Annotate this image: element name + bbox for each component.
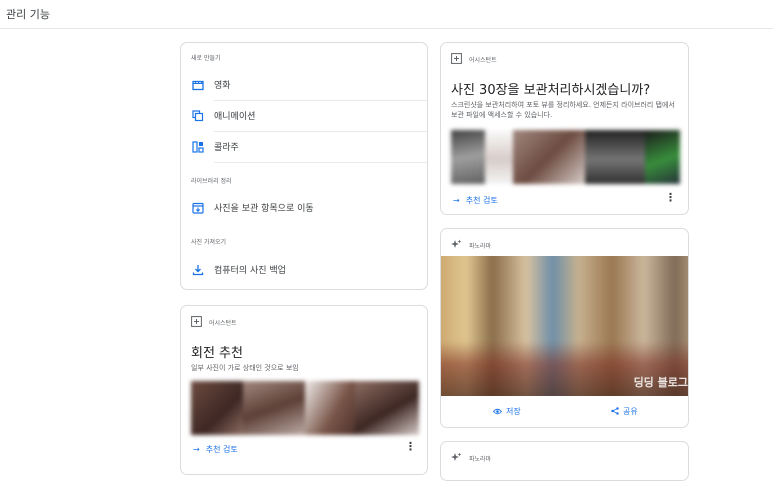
save-button[interactable]: 저장 <box>492 406 521 417</box>
panorama-card: 파노라마 <box>440 441 689 481</box>
share-icon <box>611 407 619 415</box>
card-description: 스크린샷을 보관처리하여 포토 뷰를 정리하세요. 언제든지 라이브러리 탭에서… <box>451 101 675 119</box>
backup-computer-label: 컴퓨터의 사진 백업 <box>214 266 286 276</box>
sparkle-icon <box>451 239 462 248</box>
review-suggestions-label: 추천 검토 <box>205 445 238 454</box>
panorama-actions: 저장 공유 <box>441 401 688 423</box>
panorama-badge: 파노라마 <box>469 243 492 250</box>
create-movie-label: 영화 <box>214 81 231 91</box>
backup-computer-item[interactable]: 컴퓨터의 사진 백업 <box>181 255 427 285</box>
create-section-label: 새로 만들기 <box>191 55 221 62</box>
screenshot-thumbnails[interactable] <box>451 130 680 184</box>
assistant-badge: 어시스턴트 <box>209 320 237 327</box>
create-animation-label: 애니메이션 <box>214 112 256 122</box>
more-options-icon[interactable]: ⋮ <box>405 440 416 453</box>
create-collage-label: 콜라주 <box>214 143 239 153</box>
watermark-text: 딩딩 블로그 <box>633 376 688 389</box>
archive-suggestion-card: 어시스턴트 사진 30장을 보관처리하시겠습니까? 스크린샷을 보관처리하여 포… <box>440 42 689 215</box>
share-label: 공유 <box>623 407 638 416</box>
arrow-right-icon: → <box>453 196 460 205</box>
top-bar: 관리 기능 <box>0 0 773 29</box>
review-suggestions-link[interactable]: → 추천 검토 <box>453 195 498 206</box>
move-to-archive-label: 사진을 보관 항목으로 이동 <box>214 204 314 214</box>
move-to-archive-item[interactable]: 사진을 보관 항목으로 이동 <box>181 193 427 223</box>
create-animation-item[interactable]: 애니메이션 <box>181 101 427 131</box>
page-title: 관리 기능 <box>6 8 50 21</box>
share-button[interactable]: 공유 <box>611 406 638 417</box>
import-section-label: 사진 가져오기 <box>191 239 227 246</box>
arrow-right-icon: → <box>193 445 200 454</box>
rotate-suggestion-card: 어시스턴트 회전 추천 일부 사진이 가로 상태인 것으로 보임 → 추천 검토 … <box>180 305 428 475</box>
movie-icon <box>192 80 204 91</box>
collage-icon <box>192 141 204 153</box>
panorama-badge: 파노라마 <box>469 456 492 463</box>
assistant-icon <box>451 53 462 64</box>
assistant-icon <box>191 316 202 327</box>
more-options-icon[interactable]: ⋮ <box>665 191 676 204</box>
library-section-label: 라이브러리 정리 <box>191 178 232 185</box>
save-label: 저장 <box>506 407 521 416</box>
divider <box>214 162 427 163</box>
download-icon <box>192 265 204 276</box>
sparkle-icon <box>451 452 462 461</box>
panorama-card: 파노라마 딩딩 블로그 저장 공유 <box>440 228 689 428</box>
card-description: 일부 사진이 가로 상태인 것으로 보임 <box>191 364 299 372</box>
review-suggestions-label: 추천 검토 <box>465 196 498 205</box>
create-collage-item[interactable]: 콜라주 <box>181 132 427 162</box>
assistant-badge: 어시스턴트 <box>469 57 497 64</box>
card-title: 회전 추천 <box>191 346 243 361</box>
archive-icon <box>192 202 204 214</box>
tools-card: 새로 만들기 영화 애니메이션 콜라주 라이브러리 정리 사진을 보관 항목으로… <box>180 42 428 290</box>
animation-icon <box>192 110 204 122</box>
create-movie-item[interactable]: 영화 <box>181 70 427 100</box>
eye-icon <box>492 408 503 415</box>
review-suggestions-link[interactable]: → 추천 검토 <box>193 444 238 455</box>
photo-thumbnails[interactable] <box>191 381 419 435</box>
panorama-image[interactable]: 딩딩 블로그 <box>441 256 688 396</box>
card-title: 사진 30장을 보관처리하시겠습니까? <box>451 83 651 98</box>
